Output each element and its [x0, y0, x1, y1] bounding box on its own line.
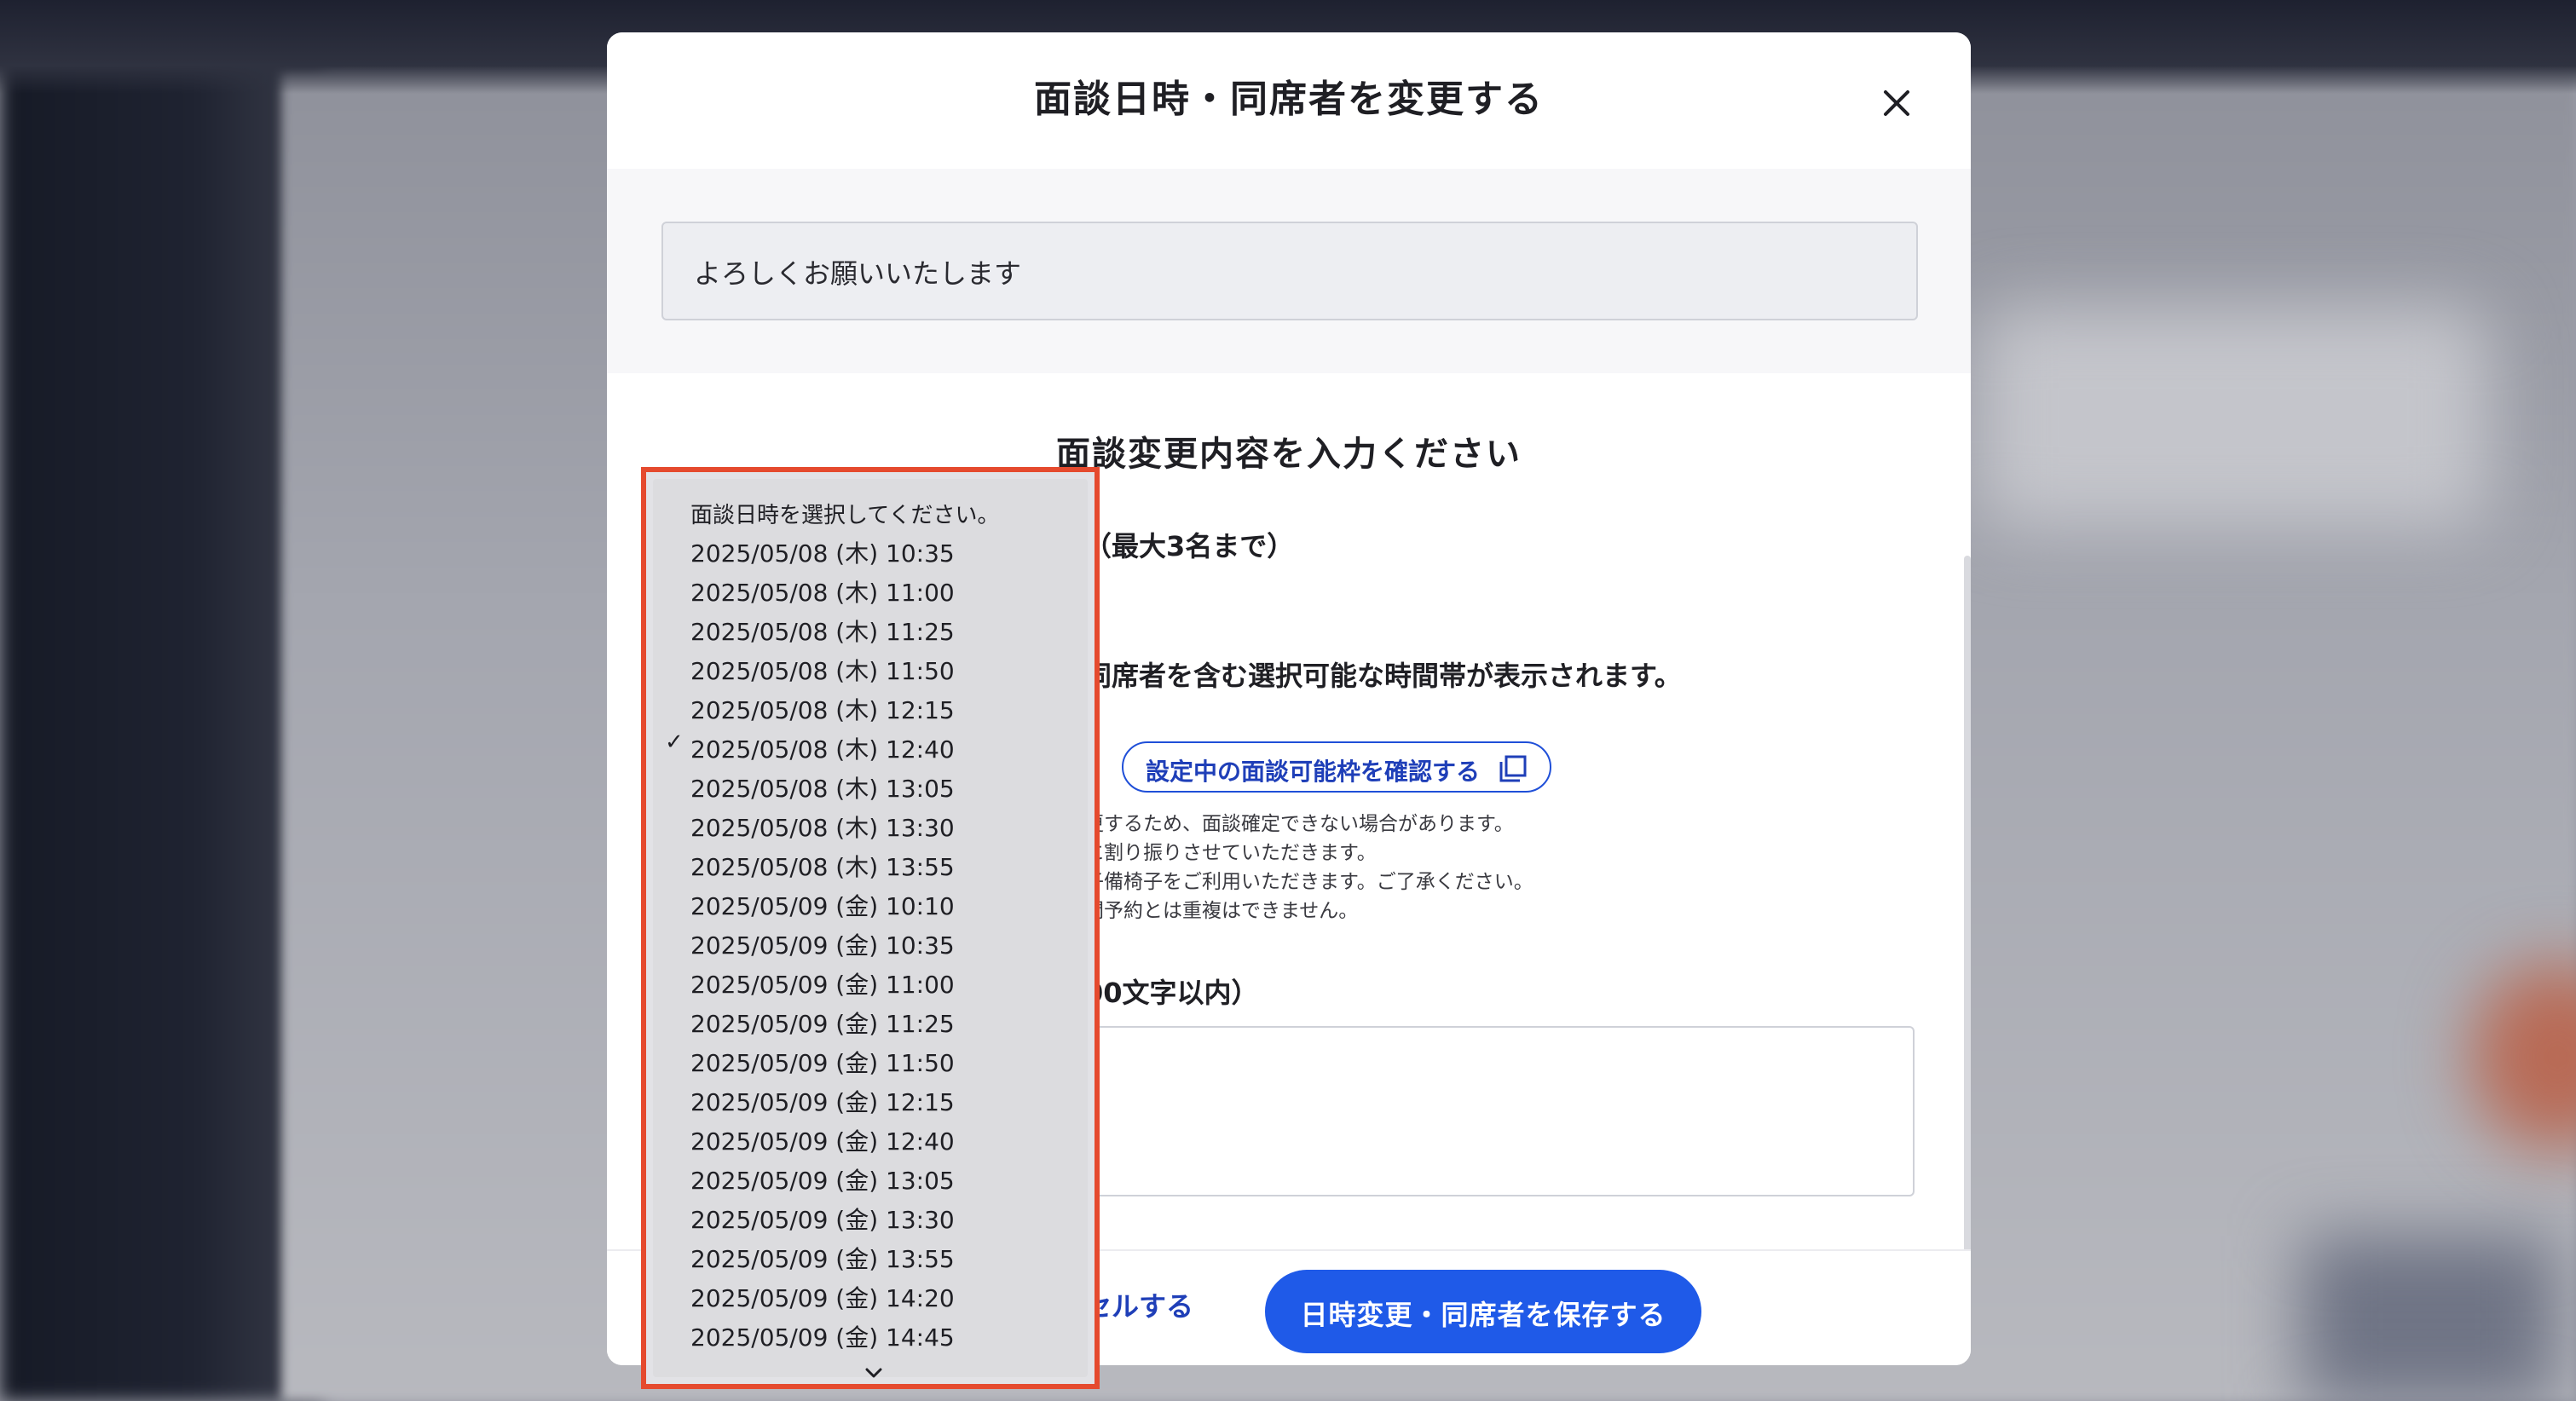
dropdown-option[interactable]: 2025/05/08 (木) 11:50: [653, 648, 1088, 687]
selectable-time-note: 同席者を含む選択可能な時間帯が表示されます。: [1084, 660, 1682, 692]
dropdown-option-label: 2025/05/08 (木) 13:05: [690, 775, 955, 803]
dropdown-option[interactable]: 2025/05/08 (木) 10:35: [653, 530, 1088, 569]
dropdown-option[interactable]: 2025/05/09 (金) 12:40: [653, 1118, 1088, 1157]
dropdown-option-label: 2025/05/09 (金) 13:05: [690, 1167, 955, 1195]
external-window-icon: [1499, 755, 1527, 782]
dropdown-option[interactable]: 2025/05/08 (木) 13:30: [653, 804, 1088, 844]
chevron-down-icon[interactable]: [864, 1367, 883, 1379]
dropdown-option-label: 2025/05/09 (金) 12:15: [690, 1088, 955, 1116]
dropdown-option[interactable]: 2025/05/09 (金) 13:05: [653, 1157, 1088, 1196]
memo-display: よろしくお願いいたします: [661, 222, 1918, 320]
dropdown-options: 面談日時を選択してください。 2025/05/08 (木) 10:35 2025/…: [653, 491, 1088, 1353]
dropdown-option[interactable]: ✓ 2025/05/08 (木) 12:40: [653, 726, 1088, 765]
dropdown-option[interactable]: 2025/05/09 (金) 10:35: [653, 922, 1088, 961]
dropdown-option-label: 2025/05/09 (金) 13:30: [690, 1206, 955, 1234]
dropdown-option-label: 2025/05/09 (金) 14:20: [690, 1284, 955, 1312]
dropdown-option[interactable]: 2025/05/08 (木) 13:05: [653, 765, 1088, 804]
dropdown-option[interactable]: 2025/05/09 (金) 10:10: [653, 883, 1088, 922]
memo-text: よろしくお願いいたします: [694, 257, 1022, 290]
dropdown-option[interactable]: 2025/05/08 (木) 11:00: [653, 569, 1088, 608]
dropdown-placeholder[interactable]: 面談日時を選択してください。: [653, 491, 1088, 530]
save-button[interactable]: 日時変更・同席者を保存する: [1265, 1270, 1701, 1353]
dropdown-option[interactable]: 2025/05/09 (金) 11:25: [653, 1000, 1088, 1040]
cancel-button[interactable]: セルする: [1084, 1285, 1193, 1324]
dropdown-option-label: 2025/05/08 (木) 12:40: [690, 735, 955, 764]
dropdown-option[interactable]: 2025/05/09 (金) 12:15: [653, 1079, 1088, 1118]
note-line: 間予約とは重複はできません。: [1084, 900, 1359, 922]
dropdown-option-label: 2025/05/08 (木) 11:50: [690, 657, 955, 685]
dropdown-option[interactable]: 2025/05/09 (金) 14:20: [653, 1275, 1088, 1314]
background-shape: [2302, 1236, 2557, 1401]
dropdown-option[interactable]: 2025/05/08 (木) 13:55: [653, 844, 1088, 883]
dropdown-option[interactable]: 2025/05/09 (金) 11:00: [653, 961, 1088, 1000]
dropdown-option-label: 2025/05/09 (金) 11:50: [690, 1049, 955, 1077]
modal-scrollbar[interactable]: [1964, 556, 1971, 1254]
dropdown-placeholder-label: 面談日時を選択してください。: [690, 503, 1000, 528]
dropdown-option-label: 2025/05/09 (金) 11:00: [690, 971, 955, 999]
dropdown-option-label: 2025/05/08 (木) 13:30: [690, 814, 955, 842]
save-button-label: 日時変更・同席者を保存する: [1300, 1299, 1666, 1331]
dropdown-option-label: 2025/05/09 (金) 14:45: [690, 1323, 955, 1352]
dropdown-option-label: 2025/05/09 (金) 10:10: [690, 892, 955, 920]
dropdown-option[interactable]: 2025/05/09 (金) 14:45: [653, 1314, 1088, 1353]
background-shape: [1978, 307, 2489, 528]
memo-section: よろしくお願いいたします: [607, 169, 1971, 373]
dropdown-option-label: 2025/05/08 (木) 11:25: [690, 618, 955, 646]
background-sidebar: [0, 0, 324, 1401]
datetime-dropdown[interactable]: 面談日時を選択してください。 2025/05/08 (木) 10:35 2025/…: [641, 467, 1100, 1389]
dropdown-option-label: 2025/05/09 (金) 12:40: [690, 1127, 955, 1156]
dropdown-option[interactable]: 2025/05/09 (金) 11:50: [653, 1040, 1088, 1079]
dropdown-option[interactable]: 2025/05/09 (金) 13:30: [653, 1196, 1088, 1236]
note-line: 更するため、面談確定できない場合があります。: [1084, 813, 1514, 835]
dropdown-option[interactable]: 2025/05/08 (木) 12:15: [653, 687, 1088, 726]
confirm-availability-button[interactable]: 設定中の面談可能枠を確認する: [1122, 741, 1551, 793]
attendee-label: （最大3名まで）: [1084, 530, 1295, 562]
dropdown-option[interactable]: 2025/05/09 (金) 13:55: [653, 1236, 1088, 1275]
confirm-availability-label: 設定中の面談可能枠を確認する: [1146, 758, 1481, 786]
dropdown-panel: 面談日時を選択してください。 2025/05/08 (木) 10:35 2025/…: [653, 479, 1088, 1379]
note-line: に割り振りさせていただきます。: [1084, 842, 1377, 864]
close-button[interactable]: [1875, 82, 1918, 124]
dropdown-option-label: 2025/05/08 (木) 10:35: [690, 539, 955, 568]
notes-list: 更するため、面談確定できない場合があります。 に割り振りさせていただきます。 子…: [1084, 810, 1533, 925]
close-icon: [1884, 90, 1909, 116]
dropdown-option[interactable]: 2025/05/08 (木) 11:25: [653, 608, 1088, 648]
checkmark-icon: ✓: [665, 729, 684, 755]
dropdown-option-label: 2025/05/09 (金) 11:25: [690, 1010, 955, 1038]
memo-input-label: 00文字以内）: [1084, 977, 1259, 1009]
dropdown-option-label: 2025/05/08 (木) 11:00: [690, 579, 955, 607]
note-line: 子備椅子をご利用いただきます。ご了承ください。: [1084, 871, 1533, 893]
dropdown-option-label: 2025/05/09 (金) 10:35: [690, 931, 955, 960]
modal-header: 面談日時・同席者を変更する: [607, 32, 1971, 169]
modal-title: 面談日時・同席者を変更する: [1034, 78, 1544, 121]
dropdown-option-label: 2025/05/09 (金) 13:55: [690, 1245, 955, 1273]
memo-textarea[interactable]: [1084, 1026, 1915, 1196]
dropdown-option-label: 2025/05/08 (木) 12:15: [690, 696, 955, 724]
dropdown-option-label: 2025/05/08 (木) 13:55: [690, 853, 955, 881]
